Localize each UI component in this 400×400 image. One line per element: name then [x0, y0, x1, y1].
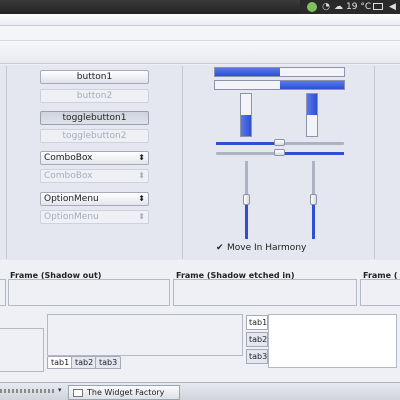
tab-bottom-2[interactable]: tab2	[71, 356, 98, 369]
spin-arrows-icon: ⬍	[138, 212, 145, 221]
show-desktop-icon[interactable]	[0, 389, 55, 393]
mail-icon[interactable]	[373, 3, 383, 10]
hprogress-1-fill	[215, 68, 280, 76]
button1[interactable]: button1	[40, 70, 149, 84]
togglebutton1[interactable]: togglebutton1	[40, 111, 149, 125]
hscale-2-knob[interactable]	[274, 149, 285, 156]
notebook-bottom-tabs-page	[47, 314, 243, 356]
frame-shadow-etched-in	[173, 279, 357, 306]
hscale-2-fill	[280, 152, 344, 155]
panel-window-strip	[0, 0, 300, 14]
separator-middle	[182, 66, 183, 259]
frame-right	[360, 279, 400, 306]
vscale-1-fill	[245, 200, 248, 239]
harmony-label: Move In Harmony	[227, 243, 307, 253]
combobox1[interactable]: ComboBox ⬍	[40, 151, 149, 165]
temperature-readout[interactable]: 19 °C	[346, 1, 371, 13]
tab-bottom-1[interactable]: tab1	[47, 356, 74, 369]
tab-side-2[interactable]: tab2	[246, 332, 268, 347]
hprogress-1	[214, 67, 345, 77]
weather-icon[interactable]: ☁	[334, 2, 344, 12]
harmony-checkbox[interactable]: ✔	[216, 243, 226, 253]
spin-arrows-icon: ⬍	[138, 194, 145, 203]
vprogress-1	[240, 93, 252, 137]
button2[interactable]: button2	[40, 89, 149, 103]
vprogress-2	[306, 93, 318, 137]
hscale-1-fill	[216, 142, 280, 145]
vprogress-1-fill	[241, 115, 251, 136]
frame-partial-left	[0, 279, 6, 306]
taskbar-window-title: The Widget Factory	[87, 388, 165, 397]
notebook-side-tabs-page	[268, 314, 397, 368]
optionmenu2[interactable]: OptionMenu ⬍	[40, 210, 149, 224]
vscale-1-knob[interactable]	[243, 194, 250, 205]
network-icon[interactable]	[307, 2, 317, 12]
hprogress-2	[214, 80, 345, 90]
hprogress-2-fill	[279, 81, 344, 89]
combobox2[interactable]: ComboBox ⬍	[40, 169, 149, 183]
tab-side-3[interactable]: tab3	[246, 349, 268, 364]
wifi-icon[interactable]: ◔	[321, 2, 331, 12]
menubar	[0, 26, 400, 40]
togglebutton2[interactable]: togglebutton2	[40, 129, 149, 143]
combobox2-label: ComboBox	[44, 171, 93, 181]
frame-shadow-out	[8, 279, 170, 306]
vscale-2-fill	[312, 200, 315, 239]
vprogress-2-fill	[307, 94, 317, 115]
notebook-partial-left	[0, 328, 44, 372]
taskbar-window-button[interactable]: The Widget Factory	[68, 385, 180, 400]
vscale-2-knob[interactable]	[310, 194, 317, 205]
window-titlebar	[0, 14, 400, 26]
volume-icon[interactable]: ◀	[389, 1, 399, 13]
separator-right	[374, 66, 375, 259]
toolbar	[0, 40, 400, 64]
combobox1-label: ComboBox	[44, 153, 93, 163]
optionmenu1-label: OptionMenu	[44, 194, 99, 204]
tab-side-1[interactable]: tab1	[246, 315, 268, 330]
optionmenu2-label: OptionMenu	[44, 212, 99, 222]
window-icon	[73, 389, 83, 397]
tab-bottom-3[interactable]: tab3	[95, 356, 122, 369]
spin-arrows-icon: ⬍	[138, 171, 145, 180]
optionmenu1[interactable]: OptionMenu ⬍	[40, 192, 149, 206]
taskbar-menu-arrow-icon[interactable]: ▾	[58, 386, 62, 394]
hscale-1-knob[interactable]	[274, 139, 285, 146]
spin-arrows-icon: ⬍	[138, 153, 145, 162]
separator-left	[6, 66, 7, 259]
